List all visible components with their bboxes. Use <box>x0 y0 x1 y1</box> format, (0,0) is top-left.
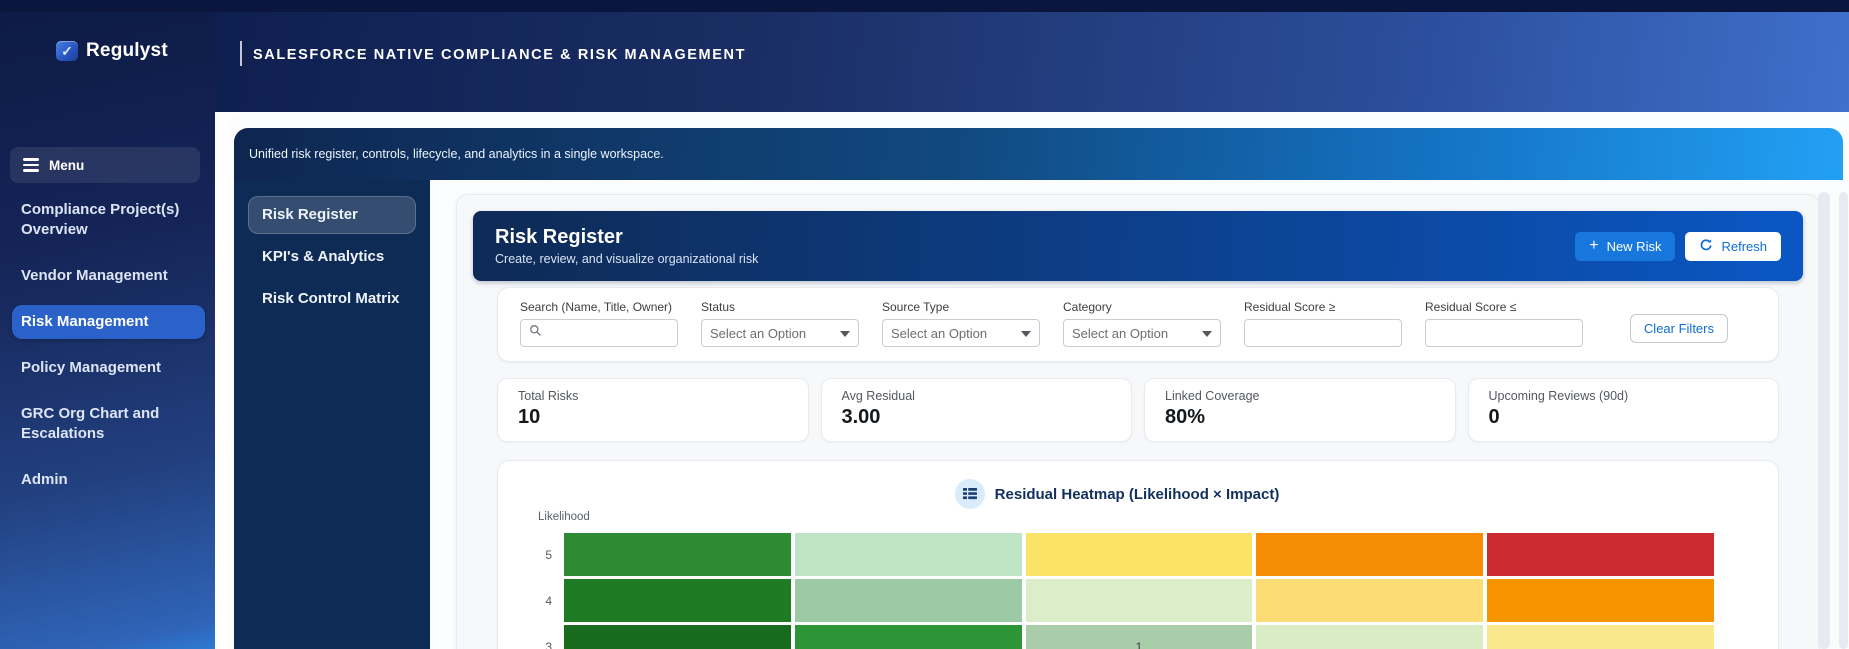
risk-register-panel: Risk Register Create, review, and visual… <box>456 194 1820 649</box>
table-grid-icon <box>954 479 985 509</box>
stat-avg-residual: Avg Residual 3.00 <box>820 378 1132 442</box>
filter-bar: Search (Name, Title, Owner) Status Selec… <box>497 287 1779 362</box>
menu-toggle-button[interactable]: Menu <box>10 147 200 183</box>
clear-filters-button[interactable]: Clear Filters <box>1629 314 1728 343</box>
heatmap-cell[interactable] <box>1025 533 1253 576</box>
chevron-down-icon <box>1021 324 1031 342</box>
stat-upcoming-reviews: Upcoming Reviews (90d) 0 <box>1467 378 1779 442</box>
menu-label: Menu <box>49 157 85 173</box>
brand-name: Regulyst <box>86 40 168 61</box>
chevron-down-icon <box>840 324 850 342</box>
heatmap-cell[interactable] <box>564 533 791 576</box>
new-risk-button[interactable]: + New Risk <box>1575 231 1676 261</box>
subnav-item-risk-register[interactable]: Risk Register <box>248 196 416 234</box>
sidebar-item-compliance-projects-overview[interactable]: Compliance Project(s) Overview <box>12 193 205 247</box>
sidebar-nav: Compliance Project(s) Overview Vendor Ma… <box>12 193 205 509</box>
residual-max-field: Residual Score ≤ <box>1425 298 1583 347</box>
sidebar-item-risk-management[interactable]: Risk Management <box>12 305 205 339</box>
likelihood-axis-label: Likelihood <box>538 511 590 523</box>
heatmap-cell[interactable] <box>794 625 1022 649</box>
search-label: Search (Name, Title, Owner) <box>520 300 673 314</box>
page-title: Risk Register <box>495 226 623 248</box>
likelihood-tick: 4 <box>545 593 552 608</box>
subnav-item-kpis-analytics[interactable]: KPI's & Analytics <box>248 238 416 276</box>
sidebar-item-admin[interactable]: Admin <box>12 463 205 497</box>
status-select[interactable]: Select an Option <box>701 319 859 347</box>
heatmap-row: 3 1 <box>520 625 1714 649</box>
residual-min-input[interactable] <box>1244 319 1402 347</box>
heatmap-cell[interactable] <box>564 625 791 649</box>
category-field: Category Select an Option <box>1063 298 1221 347</box>
heatmap-title: Residual Heatmap (Likelihood × Impact) <box>994 485 1280 503</box>
main-sidebar: ✓ Regulyst Menu Compliance Project(s) Ov… <box>0 0 215 649</box>
likelihood-tick: 5 <box>545 547 552 562</box>
source-type-label: Source Type <box>882 300 950 314</box>
hamburger-icon <box>23 158 39 172</box>
category-label: Category <box>1063 300 1112 314</box>
heatmap-cell[interactable] <box>1025 579 1253 622</box>
app-title: SALESFORCE NATIVE COMPLIANCE & RISK MANA… <box>253 47 747 63</box>
heatmap-cell[interactable] <box>1487 625 1714 649</box>
heatmap-cell[interactable] <box>564 579 791 622</box>
main-panel: Unified risk register, controls, lifecyc… <box>228 112 1849 649</box>
app-header: SALESFORCE NATIVE COMPLIANCE & RISK MANA… <box>215 0 1849 112</box>
refresh-button[interactable]: Refresh <box>1685 231 1781 261</box>
likelihood-tick: 3 <box>545 639 552 649</box>
search-input[interactable] <box>520 319 678 347</box>
heatmap-cell[interactable]: 1 <box>1025 625 1253 649</box>
page-subtitle: Create, review, and visualize organizati… <box>495 252 759 266</box>
heatmap-cell[interactable] <box>794 579 1022 622</box>
heatmap-title-row: Residual Heatmap (Likelihood × Impact) <box>520 479 1714 509</box>
residual-min-label: Residual Score ≥ <box>1244 300 1336 314</box>
heatmap-row: 5 <box>520 533 1714 576</box>
search-icon <box>529 324 542 342</box>
heatmap-cell[interactable] <box>1487 533 1714 576</box>
workspace-banner-text: Unified risk register, controls, lifecyc… <box>249 147 664 161</box>
plus-icon: + <box>1589 237 1599 254</box>
heatmap-cell[interactable] <box>1487 579 1714 622</box>
header-divider <box>240 41 242 66</box>
search-field: Search (Name, Title, Owner) <box>520 298 678 347</box>
residual-min-field: Residual Score ≥ <box>1244 298 1402 347</box>
inner-scrollbar[interactable] <box>1818 192 1830 649</box>
sidebar-item-grc-org-chart[interactable]: GRC Org Chart and Escalations <box>12 397 205 451</box>
stat-linked-coverage: Linked Coverage 80% <box>1144 378 1456 442</box>
category-select[interactable]: Select an Option <box>1063 319 1221 347</box>
check-badge-icon: ✓ <box>56 41 78 61</box>
risk-subnav: Risk Register KPI's & Analytics Risk Con… <box>234 180 430 649</box>
heatmap-row: 4 <box>520 579 1714 622</box>
residual-heatmap-card: Residual Heatmap (Likelihood × Impact) L… <box>497 460 1779 649</box>
brand-logo: ✓ Regulyst <box>56 40 168 62</box>
residual-max-input[interactable] <box>1425 319 1583 347</box>
source-type-select[interactable]: Select an Option <box>882 319 1040 347</box>
risk-register-header: Risk Register Create, review, and visual… <box>473 211 1803 281</box>
sidebar-item-vendor-management[interactable]: Vendor Management <box>12 259 205 293</box>
content-area: Risk Register Create, review, and visual… <box>430 180 1849 649</box>
heatmap-cell[interactable] <box>794 533 1022 576</box>
page-scrollbar[interactable] <box>1839 192 1848 649</box>
top-chrome-strip <box>0 0 1849 12</box>
source-type-field: Source Type Select an Option <box>882 298 1040 347</box>
heatmap-cell[interactable] <box>1256 625 1484 649</box>
residual-max-label: Residual Score ≤ <box>1425 300 1517 314</box>
heatmap-cell[interactable] <box>1256 579 1484 622</box>
stat-total-risks: Total Risks 10 <box>497 378 809 442</box>
heatmap-cell[interactable] <box>1256 533 1484 576</box>
sidebar-item-policy-management[interactable]: Policy Management <box>12 351 205 385</box>
chevron-down-icon <box>1202 324 1212 342</box>
subnav-item-risk-control-matrix[interactable]: Risk Control Matrix <box>248 280 416 318</box>
stats-row: Total Risks 10 Avg Residual 3.00 Linked … <box>497 378 1779 442</box>
status-field: Status Select an Option <box>701 298 859 347</box>
workspace-banner: Unified risk register, controls, lifecyc… <box>234 128 1843 180</box>
status-label: Status <box>701 300 736 314</box>
refresh-icon <box>1699 238 1713 255</box>
